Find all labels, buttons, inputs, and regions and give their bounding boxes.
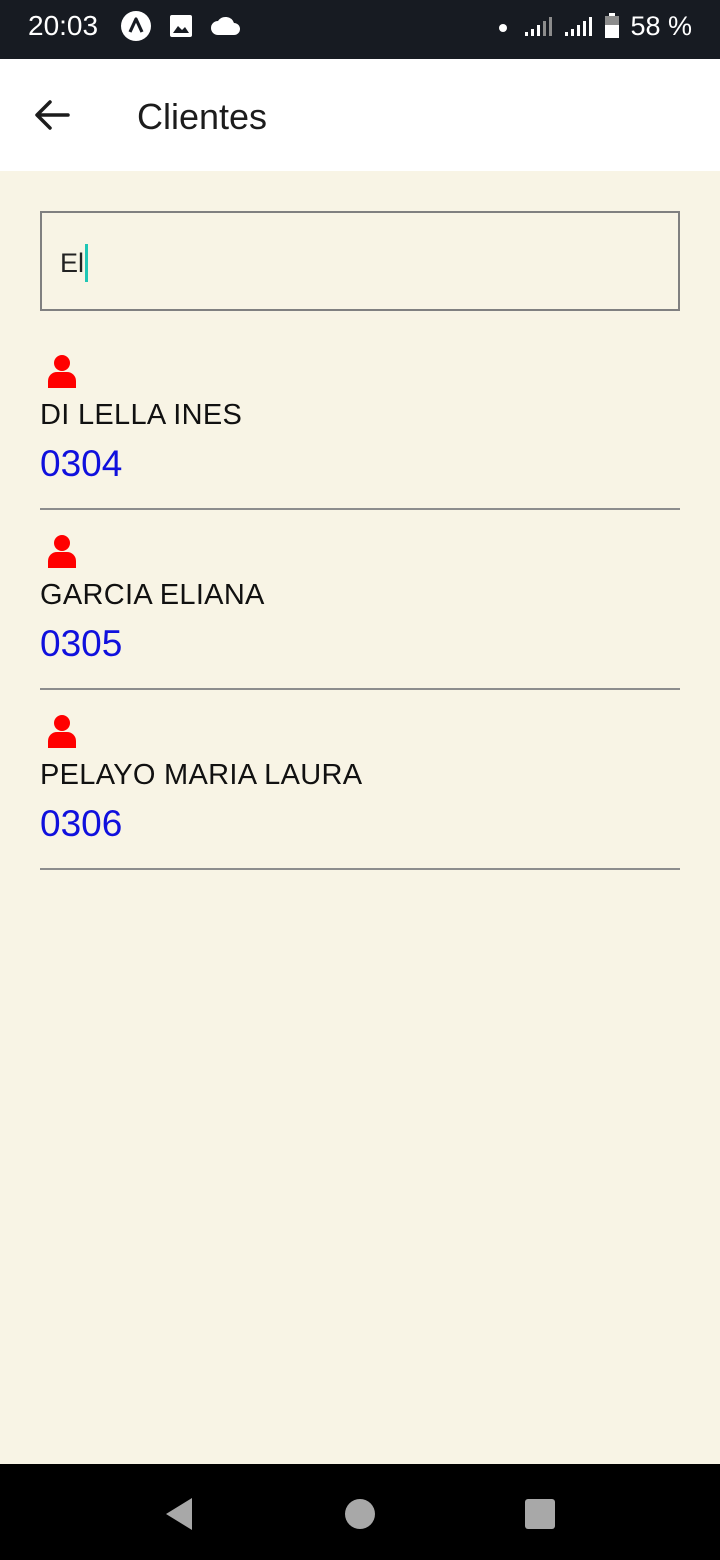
client-name: PELAYO MARIA LAURA <box>40 759 363 791</box>
cloud-icon <box>211 16 240 35</box>
status-right: 58 % <box>492 8 692 44</box>
search-field[interactable]: El <box>40 211 680 311</box>
app-bar: Clientes <box>0 59 720 171</box>
text-caret <box>85 244 89 282</box>
person-icon <box>48 355 76 388</box>
search-input[interactable]: El <box>60 243 89 283</box>
battery-percentage: 58 % <box>630 11 692 41</box>
status-left-icons <box>120 10 242 42</box>
home-circle-icon[interactable] <box>340 1494 380 1534</box>
client-code: 0304 <box>40 443 123 484</box>
client-name: GARCIA ELIANA <box>40 579 265 611</box>
status-bar: 20:03 58 % <box>0 0 720 59</box>
recents-square-icon[interactable] <box>520 1494 560 1534</box>
client-name: DI LELLA INES <box>40 399 243 431</box>
battery-icon <box>605 13 620 38</box>
list-item[interactable]: GARCIA ELIANA 0305 <box>40 510 680 690</box>
search-input-value: El <box>60 248 85 278</box>
signal-icon <box>565 17 593 36</box>
client-list: DI LELLA INES 0304 GARCIA ELIANA 0305 PE… <box>40 330 680 870</box>
client-code: 0305 <box>40 623 123 664</box>
client-code: 0306 <box>40 803 123 844</box>
page-title: Clientes <box>137 96 268 137</box>
app-icon <box>121 11 151 41</box>
signal-icon <box>525 17 553 36</box>
image-icon <box>170 15 192 37</box>
navigation-bar <box>0 1464 720 1560</box>
screen: 20:03 58 % Clientes El DI LELLA INES 030… <box>0 0 720 1560</box>
person-icon <box>48 535 76 568</box>
back-button[interactable] <box>24 87 80 143</box>
list-item[interactable]: PELAYO MARIA LAURA 0306 <box>40 690 680 870</box>
person-icon <box>48 715 76 748</box>
dot-icon <box>499 24 508 32</box>
list-item[interactable]: DI LELLA INES 0304 <box>40 330 680 510</box>
arrow-left-icon <box>35 100 70 130</box>
back-triangle-icon[interactable] <box>160 1494 200 1534</box>
status-time: 20:03 <box>28 10 99 41</box>
